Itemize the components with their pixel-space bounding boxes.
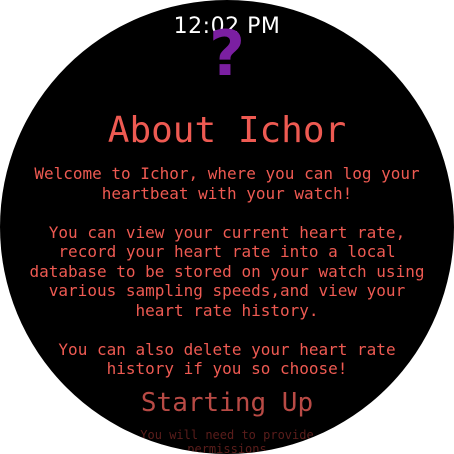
about-paragraph-features: You can view your current heart rate, re… xyxy=(29,222,425,320)
watch-screen[interactable]: 12:02 PM ? About Ichor Welcome to Ichor,… xyxy=(0,0,454,454)
question-mark-icon: ? xyxy=(209,17,245,90)
section-title-starting-up: Starting Up xyxy=(140,388,314,418)
about-description: Welcome to Ichor, where you can log your… xyxy=(20,164,434,398)
about-paragraph-welcome: Welcome to Ichor, where you can log your… xyxy=(34,164,420,203)
page-title: About Ichor xyxy=(107,110,347,151)
about-paragraph-delete: You can also delete your heart rate hist… xyxy=(58,339,396,379)
section-body-starting-up: You will need to provide permissions xyxy=(140,428,314,454)
